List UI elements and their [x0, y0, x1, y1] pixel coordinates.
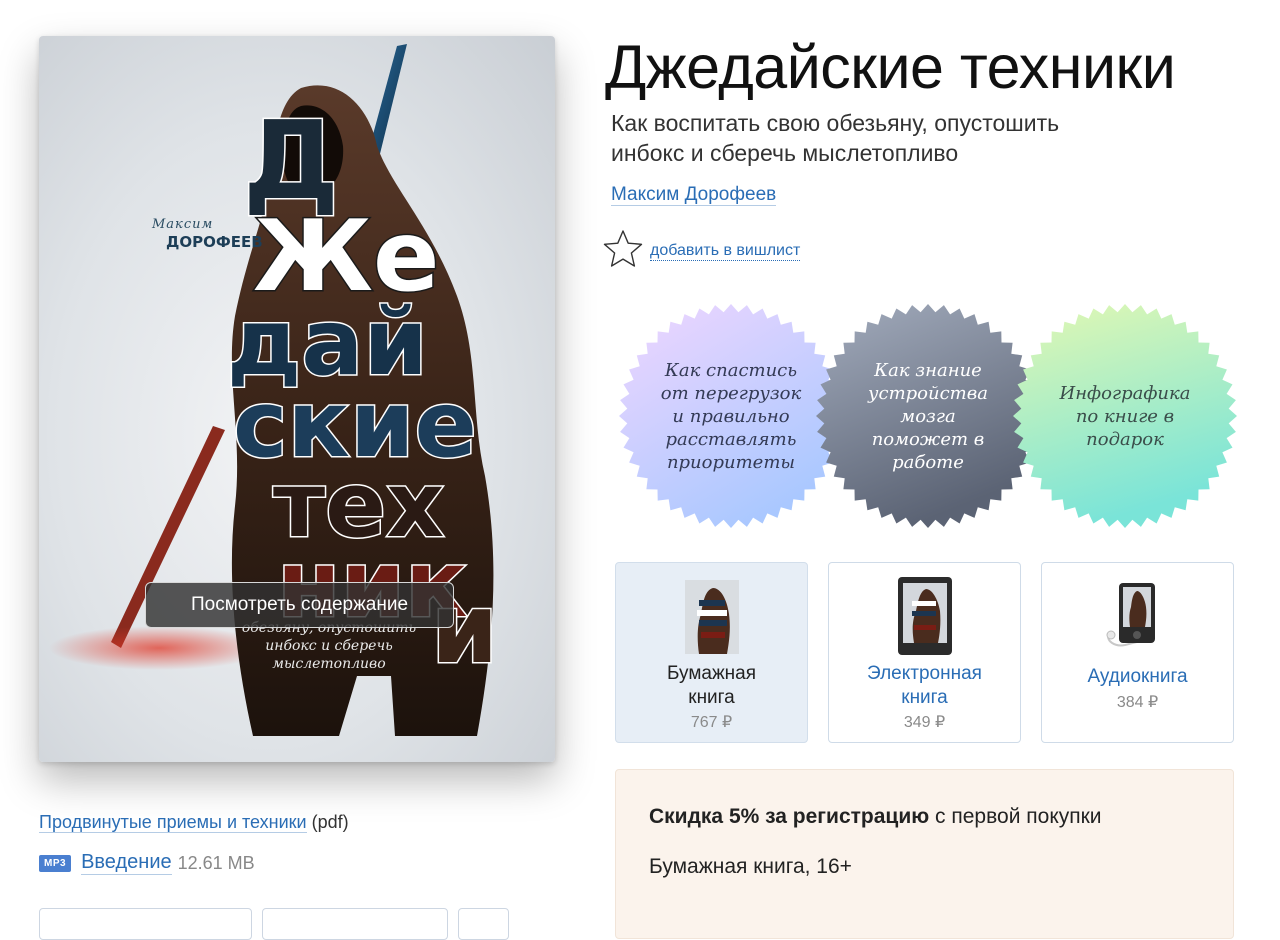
star-icon	[603, 230, 643, 267]
promo-box: Скидка 5% за регистрацию с первой покупк…	[615, 769, 1234, 939]
ereader-icon	[897, 577, 952, 655]
pdf-extra-link[interactable]: Продвинутые приемы и техники	[39, 812, 307, 833]
book-subtitle: Как воспитать свою обезьяну, опустошить …	[611, 110, 1060, 166]
badge-infographic-text: Инфографика по книге в подарок	[1059, 382, 1191, 450]
format-ebook[interactable]: Электронная книга 349 ₽	[828, 562, 1021, 743]
badge-priorities: Как спастись от перегрузок и правильно р…	[617, 302, 845, 530]
format-paper-name: Бумажная книга	[666, 663, 757, 708]
format-audiobook-price: 384 ₽	[1116, 694, 1159, 711]
badge-priorities-text: Как спастись от перегрузок и правильно р…	[660, 359, 802, 473]
wishlist-label: добавить в вишлист	[650, 241, 801, 261]
pdf-extension-label: (pdf)	[311, 812, 349, 832]
format-age-info: Бумажная книга, 16+	[649, 855, 852, 878]
format-ebook-name: Электронная книга	[867, 663, 982, 708]
paper-book-icon	[684, 580, 739, 654]
mp3-extra-row: MP3 Введение 12.61 MB	[39, 851, 255, 875]
mp3-badge-icon: MP3	[39, 854, 72, 872]
pdf-extra-row: Продвинутые приемы и техники (pdf)	[39, 812, 349, 833]
badge-infographic: Инфографика по книге в подарок	[1011, 302, 1239, 530]
format-paper-price: 767 ₽	[690, 714, 733, 731]
audio-player-icon	[1106, 583, 1155, 647]
book-cover[interactable]: Д Же дай ские тех ник и Максим ДОРОФЕЕВ …	[39, 36, 555, 762]
mp3-intro-link[interactable]: Введение	[81, 851, 172, 875]
book-title: Джедайские техники	[605, 33, 1176, 101]
format-audiobook[interactable]: Аудиокнига 384 ₽	[1041, 562, 1234, 743]
discount-bold: Скидка 5% за регистрацию	[649, 805, 930, 828]
format-paper-book[interactable]: Бумажная книга 767 ₽	[615, 562, 808, 743]
cover-author-last: ДОРОФЕЕВ	[166, 233, 263, 251]
badge-brain-text: Как знание устройства мозга поможет в ра…	[868, 359, 988, 473]
author-link[interactable]: Максим Дорофеев	[611, 184, 777, 206]
discount-rest: с первой покупки	[929, 805, 1102, 828]
action-button-1[interactable]	[39, 908, 252, 940]
format-ebook-price: 349 ₽	[903, 714, 946, 731]
view-contents-button[interactable]: Посмотреть содержание	[145, 582, 454, 628]
mp3-file-size: 12.61 MB	[177, 852, 255, 873]
format-audiobook-name: Аудиокнига	[1087, 666, 1188, 687]
action-button-2[interactable]	[262, 908, 448, 940]
registration-discount: Скидка 5% за регистрацию с первой покупк…	[649, 805, 1102, 829]
badge-brain: Как знание устройства мозга поможет в ра…	[814, 302, 1042, 530]
cover-author-first: Максим	[152, 217, 214, 232]
action-button-3[interactable]	[458, 908, 509, 940]
add-to-wishlist[interactable]: добавить в вишлист	[602, 228, 801, 270]
